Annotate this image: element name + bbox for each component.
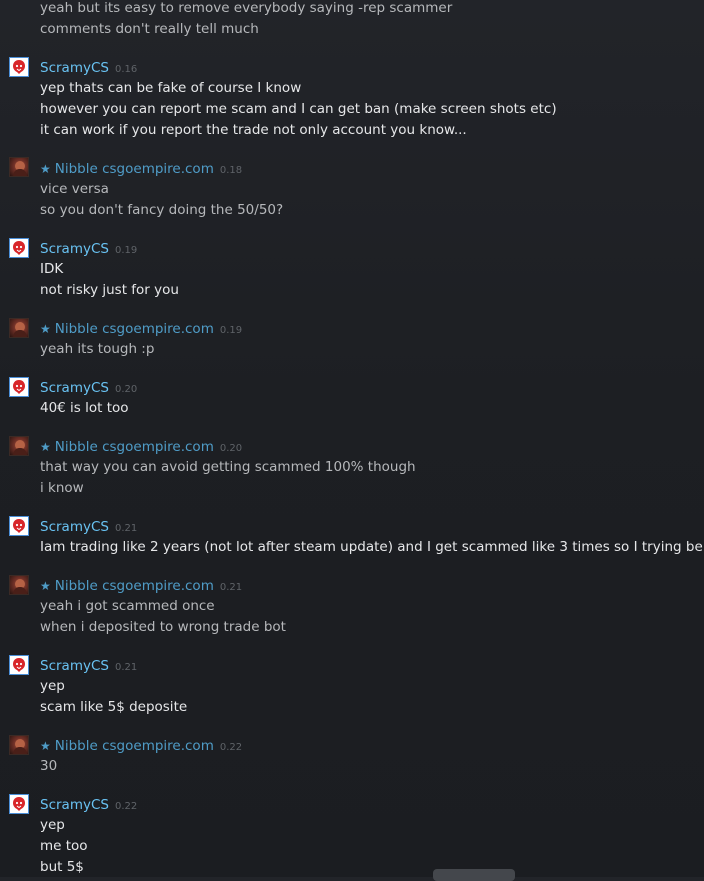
message-header: ★ Nibble csgoempire.com 0.20 (40, 437, 242, 459)
chat-line: yep (40, 817, 65, 833)
friend-star-icon: ★ (40, 579, 51, 593)
scroll-indicator[interactable] (433, 869, 515, 881)
avatar[interactable] (9, 575, 29, 595)
chat-line: Iam trading like 2 years (not lot after … (40, 539, 704, 555)
chat-line: yep (40, 678, 65, 694)
timestamp: 0.22 (114, 801, 138, 812)
chat-line: yep thats can be fake of course I know (40, 80, 302, 96)
timestamp: 0.16 (114, 64, 138, 75)
sender-name[interactable]: Nibble csgoempire.com (55, 321, 214, 337)
chat-line: yeah i got scammed once (40, 598, 215, 614)
chat-line: it can work if you report the trade not … (40, 122, 467, 138)
lion-avatar-icon (10, 58, 28, 76)
avatar[interactable] (9, 516, 29, 536)
lion-avatar-icon (10, 656, 28, 674)
sender-name[interactable]: ScramyCS (40, 797, 109, 813)
message-header: ScramyCS 0.16 (40, 58, 137, 80)
timestamp: 0.19 (219, 325, 243, 336)
chat-line: me too (40, 838, 88, 854)
friend-star-icon: ★ (40, 162, 51, 176)
message-header: ScramyCS 0.21 (40, 656, 137, 678)
sender-name[interactable]: Nibble csgoempire.com (55, 738, 214, 754)
chat-line: vice versa (40, 181, 109, 197)
chat-line: when i deposited to wrong trade bot (40, 619, 286, 635)
sender-name[interactable]: ScramyCS (40, 241, 109, 257)
chat-line: however you can report me scam and I can… (40, 101, 557, 117)
chat-line: comments don't really tell much (40, 21, 259, 37)
portrait-avatar-icon (13, 440, 27, 455)
chat-line: not risky just for you (40, 282, 179, 298)
lion-avatar-icon (10, 795, 28, 813)
sender-name[interactable]: ScramyCS (40, 380, 109, 396)
sender-name[interactable]: ScramyCS (40, 519, 109, 535)
lion-avatar-icon (10, 517, 28, 535)
avatar[interactable] (9, 57, 29, 77)
portrait-avatar-icon (13, 739, 27, 754)
chat-line: so you don't fancy doing the 50/50? (40, 202, 284, 218)
timestamp: 0.20 (114, 384, 138, 395)
chat-line: yeah its tough :p (40, 341, 155, 357)
timestamp: 0.21 (114, 523, 138, 534)
friend-star-icon: ★ (40, 440, 51, 454)
avatar[interactable] (9, 318, 29, 338)
sender-name[interactable]: ScramyCS (40, 60, 109, 76)
message-header: ★ Nibble csgoempire.com 0.18 (40, 159, 242, 181)
avatar[interactable] (9, 157, 29, 177)
sender-name[interactable]: ScramyCS (40, 658, 109, 674)
sender-name[interactable]: Nibble csgoempire.com (55, 578, 214, 594)
message-header: ScramyCS 0.22 (40, 795, 137, 817)
chat-line: but 5$ (40, 859, 84, 875)
timestamp: 0.22 (219, 742, 243, 753)
message-header: ★ Nibble csgoempire.com 0.22 (40, 736, 242, 758)
timestamp: 0.19 (114, 245, 138, 256)
avatar[interactable] (9, 735, 29, 755)
friend-star-icon: ★ (40, 322, 51, 336)
avatar[interactable] (9, 377, 29, 397)
chat-line: IDK (40, 261, 64, 277)
sender-name[interactable]: Nibble csgoempire.com (55, 161, 214, 177)
avatar[interactable] (9, 238, 29, 258)
message-header: ★ Nibble csgoempire.com 0.21 (40, 576, 242, 598)
friend-star-icon: ★ (40, 739, 51, 753)
chat-line: 30 (40, 758, 58, 774)
message-header: ScramyCS 0.21 (40, 517, 137, 539)
chat-line: 40€ is lot too (40, 400, 129, 416)
chat-line: yeah but its easy to remove everybody sa… (40, 0, 453, 16)
avatar[interactable] (9, 794, 29, 814)
message-header: ★ Nibble csgoempire.com 0.19 (40, 319, 242, 341)
chat-log: yeah but its easy to remove everybody sa… (0, 0, 704, 877)
lion-avatar-icon (10, 239, 28, 257)
timestamp: 0.18 (219, 165, 243, 176)
chat-line: that way you can avoid getting scammed 1… (40, 459, 416, 475)
portrait-avatar-icon (13, 161, 27, 176)
avatar[interactable] (9, 436, 29, 456)
lion-avatar-icon (10, 378, 28, 396)
timestamp: 0.21 (114, 662, 138, 673)
chat-line: i know (40, 480, 84, 496)
timestamp: 0.21 (219, 582, 243, 593)
portrait-avatar-icon (13, 322, 27, 337)
message-header: ScramyCS 0.20 (40, 378, 137, 400)
timestamp: 0.20 (219, 443, 243, 454)
sender-name[interactable]: Nibble csgoempire.com (55, 439, 214, 455)
chat-line: scam like 5$ deposite (40, 699, 188, 715)
portrait-avatar-icon (13, 579, 27, 594)
message-header: ScramyCS 0.19 (40, 239, 137, 261)
avatar[interactable] (9, 655, 29, 675)
